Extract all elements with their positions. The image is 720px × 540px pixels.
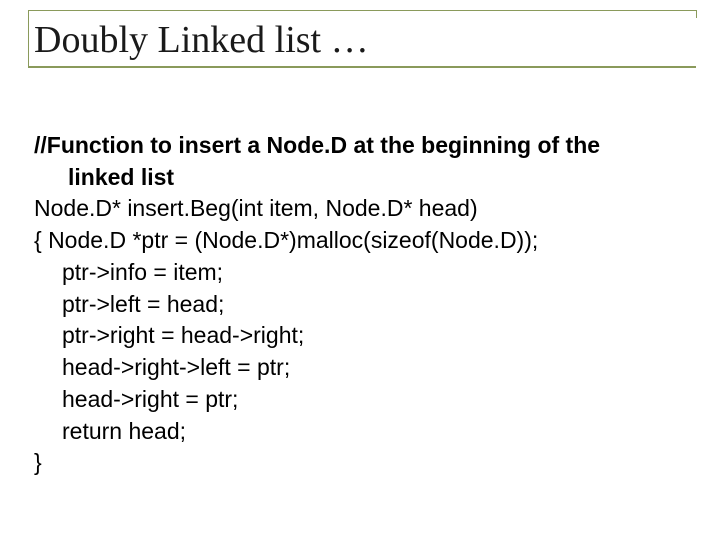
code-line: ptr->right = head->right;: [34, 320, 692, 352]
title-border-left: [28, 10, 29, 66]
code-block: //Function to insert a Node.D at the beg…: [28, 130, 692, 479]
code-line: ptr->left = head;: [34, 289, 692, 321]
code-line: head->right = ptr;: [34, 384, 692, 416]
title-region: Doubly Linked list …: [28, 10, 692, 68]
slide-title: Doubly Linked list …: [34, 18, 692, 62]
code-line: Node.D* insert.Beg(int item, Node.D* hea…: [34, 193, 692, 225]
title-border-bottom: [28, 66, 696, 68]
code-line: head->right->left = ptr;: [34, 352, 692, 384]
code-comment: //Function to insert a Node.D at the beg…: [34, 130, 692, 162]
code-comment: linked list: [34, 162, 692, 194]
title-border-tick: [696, 10, 697, 18]
code-line: }: [34, 447, 692, 479]
code-line: { Node.D *ptr = (Node.D*)malloc(sizeof(N…: [34, 225, 692, 257]
slide-container: Doubly Linked list … //Function to inser…: [0, 0, 720, 540]
code-line: return head;: [34, 416, 692, 448]
title-border-top: [28, 10, 696, 11]
code-line: ptr->info = item;: [34, 257, 692, 289]
